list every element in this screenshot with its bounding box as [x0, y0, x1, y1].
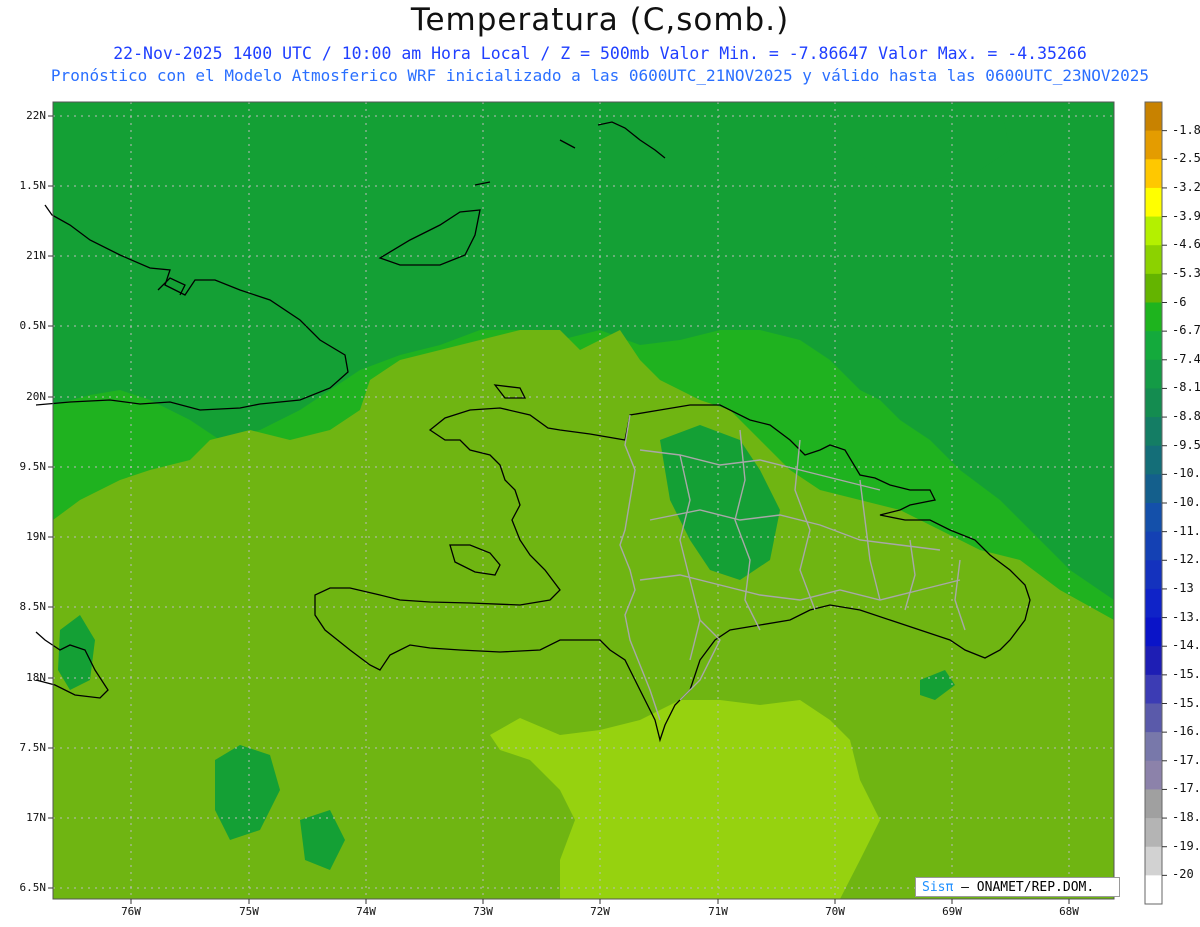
colorbar-label-9: -8.1	[1172, 380, 1200, 395]
credit-text: – ONAMET/REP.DOM.	[953, 880, 1095, 895]
lon-label-7: 69W	[942, 905, 962, 918]
lon-label-2: 74W	[356, 905, 376, 918]
lat-label-2: 21N	[26, 249, 46, 262]
sispi-logo: Sisπ	[922, 880, 954, 895]
colorbar	[1144, 101, 1167, 905]
colorbar-label-25: -19.3	[1172, 838, 1200, 853]
colorbar-label-7: -6.7	[1172, 323, 1200, 338]
colorbar-swatch-2	[1145, 159, 1162, 189]
colorbar-swatch-5	[1145, 245, 1162, 275]
colorbar-swatch-13	[1145, 474, 1162, 504]
colorbar-swatch-18	[1145, 617, 1162, 647]
colorbar-label-14: -11.6	[1172, 523, 1200, 538]
colorbar-label-1: -2.5	[1172, 151, 1200, 166]
credit-box: Sisπ – ONAMET/REP.DOM.	[915, 877, 1120, 897]
colorbar-swatch-10	[1145, 388, 1162, 418]
colorbar-label-19: -15.1	[1172, 666, 1200, 681]
colorbar-swatch-17	[1145, 588, 1162, 619]
colorbar-swatch-23	[1145, 760, 1162, 790]
colorbar-swatch-9	[1145, 359, 1162, 389]
colorbar-label-23: -17.9	[1172, 781, 1200, 796]
lat-label-8: 18N	[26, 671, 46, 684]
colorbar-swatch-21	[1145, 703, 1162, 733]
lon-label-6: 70W	[825, 905, 845, 918]
lon-label-3: 73W	[473, 905, 493, 918]
lat-label-10: 17N	[26, 811, 46, 824]
colorbar-label-21: -16.5	[1172, 724, 1200, 739]
colorbar-swatch-12	[1145, 445, 1162, 475]
colorbar-label-6: -6	[1172, 294, 1187, 309]
colorbar-label-20: -15.8	[1172, 695, 1200, 710]
colorbar-label-11: -9.5	[1172, 437, 1200, 452]
lat-label-6: 19N	[26, 530, 46, 543]
colorbar-label-13: -10.9	[1172, 495, 1200, 509]
colorbar-swatch-27	[1145, 875, 1162, 905]
colorbar-label-5: -5.3	[1172, 265, 1200, 280]
colorbar-label-4: -4.6	[1172, 237, 1200, 252]
colorbar-swatch-25	[1145, 818, 1162, 848]
colorbar-swatch-26	[1145, 846, 1162, 876]
colorbar-swatch-1	[1145, 130, 1162, 160]
colorbar-swatch-14	[1145, 503, 1162, 533]
lon-label-4: 72W	[590, 905, 610, 918]
colorbar-label-16: -13	[1172, 580, 1194, 595]
lat-label-3: 0.5N	[19, 319, 47, 332]
lon-label-8: 68W	[1059, 905, 1079, 918]
lat-label-7: 8.5N	[19, 600, 47, 613]
colorbar-label-2: -3.2	[1172, 179, 1200, 194]
lat-label-5: 9.5N	[19, 460, 47, 473]
lat-label-11: 6.5N	[19, 881, 47, 894]
lat-label-4: 20N	[26, 390, 46, 403]
temperature-map	[35, 101, 1167, 905]
colorbar-swatch-6	[1145, 273, 1162, 303]
lat-label-9: 7.5N	[19, 741, 47, 754]
lon-label-0: 76W	[121, 905, 141, 918]
colorbar-swatch-15	[1145, 531, 1162, 561]
colorbar-label-26: -20	[1172, 867, 1194, 882]
colorbar-label-15: -12.3	[1172, 552, 1200, 567]
lat-label-1: 1.5N	[19, 179, 47, 192]
colorbar-swatch-8	[1145, 331, 1162, 361]
colorbar-swatch-24	[1145, 789, 1162, 819]
colorbar-label-8: -7.4	[1172, 351, 1200, 366]
colorbar-swatch-22	[1145, 732, 1162, 762]
colorbar-swatch-0	[1145, 102, 1162, 132]
lon-label-1: 75W	[239, 905, 259, 918]
colorbar-swatch-19	[1145, 646, 1162, 676]
colorbar-swatch-4	[1145, 216, 1162, 246]
colorbar-label-3: -3.9	[1172, 208, 1200, 223]
colorbar-label-0: -1.8	[1172, 122, 1200, 137]
colorbar-swatch-11	[1145, 417, 1162, 447]
colorbar-label-24: -18.6	[1172, 810, 1200, 825]
colorbar-swatch-7	[1145, 302, 1162, 332]
lon-label-5: 71W	[708, 905, 728, 918]
colorbar-label-10: -8.8	[1172, 409, 1200, 424]
colorbar-swatch-20	[1145, 674, 1162, 704]
colorbar-swatch-16	[1145, 560, 1162, 590]
colorbar-swatch-3	[1145, 187, 1162, 218]
colorbar-label-17: -13.7	[1172, 609, 1200, 624]
lat-label-0: 22N	[26, 109, 46, 122]
colorbar-label-12: -10.2	[1172, 466, 1200, 481]
temperature-field	[53, 102, 1114, 899]
colorbar-label-18: -14.4	[1172, 638, 1200, 653]
colorbar-label-22: -17.2	[1172, 752, 1200, 767]
